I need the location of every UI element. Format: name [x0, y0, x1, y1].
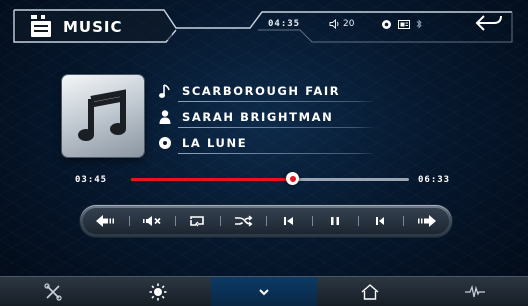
volume-level: 20: [343, 19, 355, 29]
divider: [178, 153, 376, 154]
nav-settings[interactable]: [0, 277, 106, 306]
skip-previous-icon: [283, 217, 293, 225]
total-time: 06:33: [418, 175, 451, 185]
bluetooth-icon: [416, 19, 422, 29]
status-icons: [381, 16, 422, 32]
waveform-icon: [465, 284, 486, 298]
album-row: LA LUNE: [158, 134, 376, 154]
rewind-icon: [95, 215, 114, 227]
progress-slider[interactable]: [131, 172, 409, 185]
circle-indicator-icon: [382, 19, 391, 29]
fast-forward-icon: [418, 215, 437, 227]
pause-icon: [330, 217, 339, 225]
divider: [178, 127, 376, 128]
note-icon: [159, 84, 170, 98]
chevron-down-icon: [259, 289, 269, 296]
volume-status[interactable]: 20: [329, 16, 354, 32]
previous-button[interactable]: [266, 208, 312, 234]
person-icon: [159, 110, 171, 124]
mute-icon: [142, 216, 161, 226]
track-title: SCARBOROUGH FAIR: [182, 84, 341, 98]
next-button[interactable]: [357, 208, 404, 234]
controls-inner: [83, 208, 449, 234]
divider: [178, 101, 376, 102]
repeat-button[interactable]: [174, 208, 221, 234]
fast-forward-button[interactable]: [403, 208, 449, 234]
disc-icon: [159, 137, 171, 149]
artist-name: SARAH BRIGHTMAN: [182, 110, 334, 124]
artist-row: SARAH BRIGHTMAN: [158, 108, 376, 128]
back-arrow-icon: [475, 15, 502, 31]
bottom-nav: [0, 276, 528, 306]
repeat-icon: [190, 216, 205, 227]
rewind-button[interactable]: [83, 208, 129, 234]
shuffle-button[interactable]: [220, 208, 266, 234]
top-bar: MUSIC 04:35 20: [0, 0, 528, 48]
music-app-icon: [31, 15, 51, 37]
mute-button[interactable]: [128, 208, 175, 234]
pause-button[interactable]: [311, 208, 358, 234]
nav-equalizer[interactable]: [422, 277, 528, 306]
nav-brightness[interactable]: [106, 277, 212, 306]
brightness-icon: [149, 283, 167, 301]
album-name: LA LUNE: [182, 136, 248, 150]
playback-controls: [80, 205, 452, 237]
music-player-screen: MUSIC 04:35 20 SCARBOROUGH FAIR SARAH BR…: [0, 0, 528, 306]
music-note-icon: [78, 89, 126, 141]
elapsed-time: 03:45: [75, 175, 108, 185]
skip-next-icon: [376, 217, 385, 225]
tools-icon: [44, 283, 62, 301]
track-title-row: SCARBOROUGH FAIR: [158, 82, 376, 102]
progress-fill: [131, 178, 293, 181]
home-icon: [361, 284, 379, 300]
back-button[interactable]: [474, 12, 504, 36]
nav-collapse[interactable]: [211, 277, 317, 306]
app-title: MUSIC: [63, 18, 123, 36]
album-art: [62, 75, 144, 157]
clock-readout: 04:35: [268, 19, 301, 29]
card-icon: [398, 19, 410, 29]
speaker-icon: [329, 19, 339, 29]
nav-home[interactable]: [317, 277, 423, 306]
shuffle-icon: [235, 215, 253, 227]
